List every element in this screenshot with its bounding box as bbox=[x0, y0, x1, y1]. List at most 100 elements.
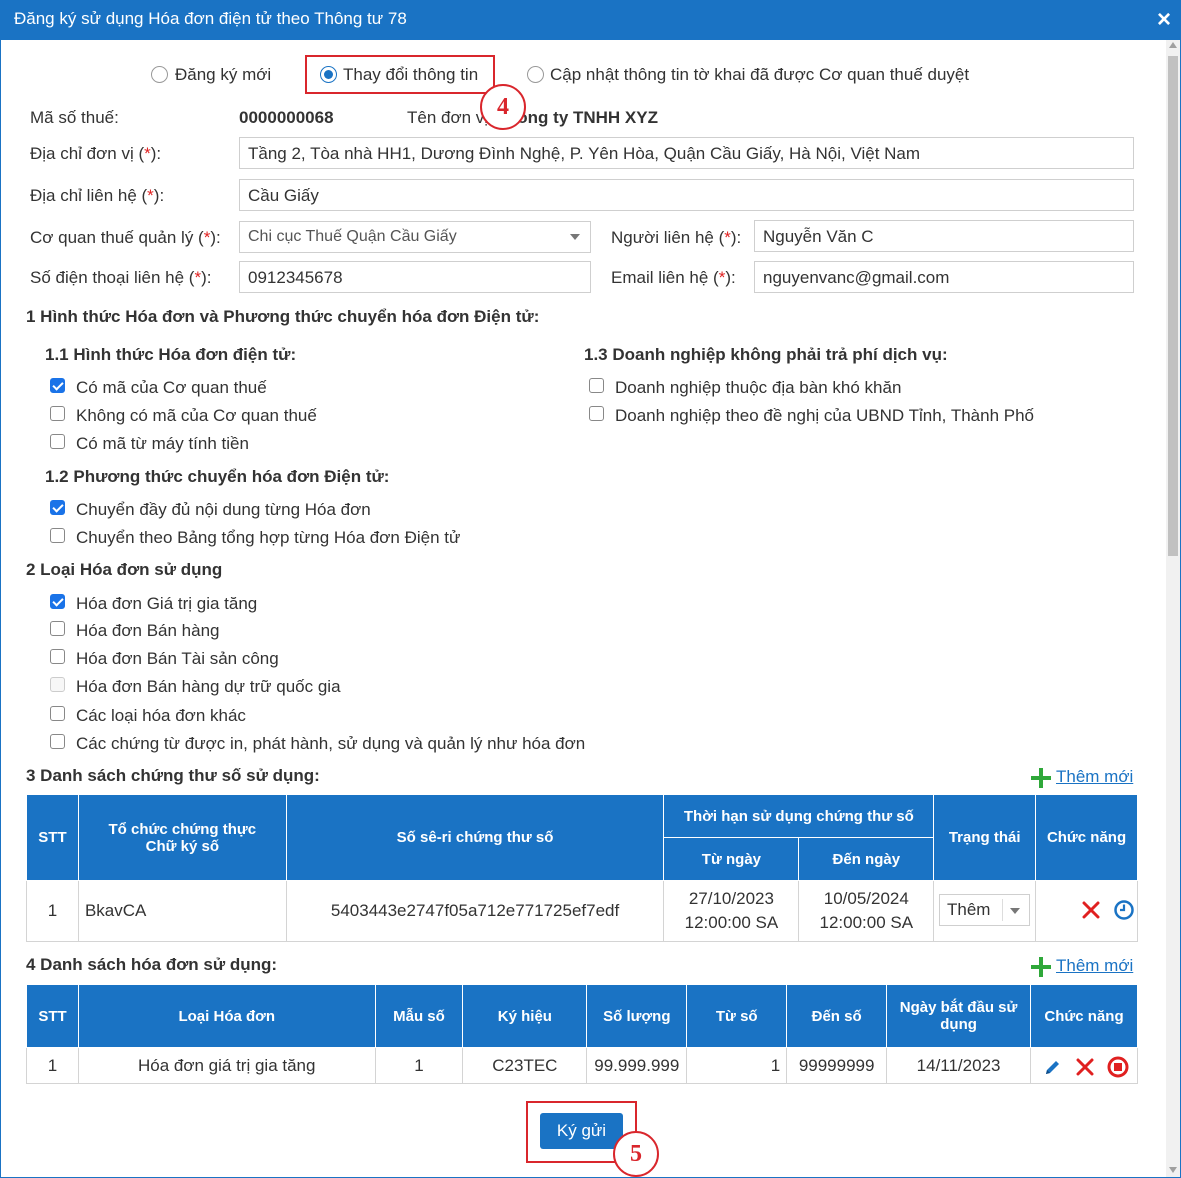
checkbox-no-tax-code-invoice[interactable] bbox=[50, 406, 65, 421]
col-to: Đến ngày bbox=[798, 837, 935, 881]
status-select[interactable]: Thêm bbox=[939, 894, 1030, 926]
section-3-title: 3 Danh sách chứng thư số sử dụng: bbox=[26, 766, 320, 785]
checkbox-vat-invoice[interactable] bbox=[50, 594, 65, 609]
col-stt: STT bbox=[26, 794, 79, 881]
checkbox-other-invoice-label: Các loại hóa đơn khác bbox=[76, 706, 246, 725]
sign-submit-button[interactable]: Ký gửi bbox=[540, 1113, 623, 1149]
tax-office-select[interactable]: Chi cục Thuế Quận Cầu Giấy bbox=[239, 221, 591, 253]
section-1-3-title: 1.3 Doanh nghiệp không phải trả phí dịch… bbox=[584, 345, 948, 364]
radio-register-new[interactable] bbox=[151, 66, 168, 83]
chevron-down-icon[interactable] bbox=[570, 234, 580, 240]
checkbox-ubnd-proposal-label: Doanh nghiệp theo đề nghị của UBND Tỉnh,… bbox=[615, 406, 1034, 425]
section-1-1-title: 1.1 Hình thức Hóa đơn điện tử: bbox=[45, 345, 297, 364]
contact-person-input[interactable]: Nguyễn Văn C bbox=[754, 220, 1134, 252]
checkbox-vouchers[interactable] bbox=[50, 734, 65, 749]
checkbox-sales-invoice[interactable] bbox=[50, 621, 65, 636]
delete-icon[interactable] bbox=[1076, 1058, 1094, 1076]
cell-to-date: 10/05/2024 bbox=[823, 889, 909, 908]
add-icon[interactable] bbox=[1031, 768, 1051, 788]
cell-form: 1 bbox=[374, 1047, 464, 1084]
checkbox-tax-code-invoice-label: Có mã của Cơ quan thuế bbox=[76, 378, 267, 397]
col-status: Trạng thái bbox=[933, 794, 1037, 881]
col-to-no: Đến số bbox=[786, 984, 888, 1048]
edit-icon[interactable] bbox=[1043, 1057, 1063, 1077]
checkbox-public-asset-invoice-label: Hóa đơn Bán Tài sản công bbox=[76, 649, 279, 668]
unit-address-label: Địa chỉ đơn vị (*): bbox=[30, 144, 162, 163]
stop-icon[interactable] bbox=[1107, 1056, 1129, 1078]
checkbox-national-reserve-invoice-label: Hóa đơn Bán hàng dự trữ quốc gia bbox=[76, 677, 341, 696]
col-validity: Thời hạn sử dụng chứng thư số bbox=[663, 794, 935, 838]
status-selected: Thêm bbox=[947, 900, 991, 919]
tax-office-selected: Chi cục Thuế Quận Cầu Giấy bbox=[248, 228, 457, 245]
checkbox-other-invoice[interactable] bbox=[50, 706, 65, 721]
scrollbar-thumb[interactable] bbox=[1168, 56, 1178, 556]
cell-from-time: 12:00:00 SA bbox=[684, 913, 779, 932]
cell-to: 10/05/2024 12:00:00 SA bbox=[798, 880, 935, 942]
add-icon[interactable] bbox=[1031, 957, 1051, 977]
cell-start-date: 14/11/2023 bbox=[886, 1047, 1032, 1084]
checkbox-public-asset-invoice[interactable] bbox=[50, 649, 65, 664]
section-1-title: 1 Hình thức Hóa đơn và Phương thức chuyể… bbox=[26, 307, 540, 326]
add-certificate-link[interactable]: Thêm mới bbox=[1056, 767, 1133, 787]
highlight-box-change-info bbox=[305, 55, 495, 94]
cell-qty: 99.999.999 bbox=[586, 1047, 688, 1084]
col-from: Từ ngày bbox=[663, 837, 800, 881]
cell-from: 27/10/2023 12:00:00 SA bbox=[663, 880, 800, 942]
cell-symbol: C23TEC bbox=[462, 1047, 588, 1084]
scroll-up-icon[interactable] bbox=[1169, 42, 1177, 48]
checkbox-tax-code-invoice[interactable] bbox=[50, 378, 65, 393]
cell-type: Hóa đơn giá trị gia tăng bbox=[77, 1047, 376, 1084]
checkbox-summary-table-label: Chuyển theo Bảng tổng hợp từng Hóa đơn Đ… bbox=[76, 528, 461, 547]
col-stt: STT bbox=[26, 984, 79, 1048]
checkbox-sales-invoice-label: Hóa đơn Bán hàng bbox=[76, 621, 220, 640]
col-from-no: Từ số bbox=[686, 984, 788, 1048]
cell-from-no: 1 bbox=[686, 1047, 788, 1084]
checkbox-summary-table[interactable] bbox=[50, 528, 65, 543]
checkbox-difficult-area-label: Doanh nghiệp thuộc địa bàn khó khăn bbox=[615, 378, 902, 397]
phone-input[interactable]: 0912345678 bbox=[239, 261, 591, 293]
contact-person-label: Người liên hệ (*): bbox=[611, 228, 742, 247]
checkbox-vouchers-label: Các chứng từ được in, phát hành, sử dụng… bbox=[76, 734, 586, 753]
checkbox-full-content[interactable] bbox=[50, 500, 65, 515]
chevron-down-icon[interactable] bbox=[1010, 908, 1020, 914]
col-actions: Chức năng bbox=[1030, 984, 1138, 1048]
add-invoice-link[interactable]: Thêm mới bbox=[1056, 956, 1133, 976]
cell-org: BkavCA bbox=[77, 880, 287, 942]
tax-office-label: Cơ quan thuế quản lý (*): bbox=[30, 228, 221, 247]
step-4-callout: 4 bbox=[480, 84, 526, 130]
section-2-title: 2 Loại Hóa đơn sử dụng bbox=[26, 560, 223, 579]
checkbox-cash-register-invoice[interactable] bbox=[50, 434, 65, 449]
col-qty: Số lượng bbox=[586, 984, 688, 1048]
step-5-callout: 5 bbox=[613, 1131, 659, 1177]
section-1-2-title: 1.2 Phương thức chuyển hóa đơn Điện tử: bbox=[45, 467, 390, 486]
col-start-date: Ngày bắt đầu sử dụng bbox=[886, 984, 1032, 1048]
radio-register-new-label: Đăng ký mới bbox=[175, 65, 272, 84]
scroll-down-icon[interactable] bbox=[1169, 1167, 1177, 1173]
cell-to-time: 12:00:00 SA bbox=[819, 913, 914, 932]
unit-address-input[interactable]: Tầng 2, Tòa nhà HH1, Dương Đình Nghệ, P.… bbox=[239, 137, 1134, 169]
section-4-title: 4 Danh sách hóa đơn sử dụng: bbox=[26, 955, 278, 974]
col-serial: Số sê-ri chứng thư số bbox=[285, 794, 665, 881]
dialog-titlebar: Đăng ký sử dụng Hóa đơn điện tử theo Thô… bbox=[0, 0, 1181, 40]
close-icon[interactable]: × bbox=[1157, 6, 1171, 34]
checkbox-difficult-area[interactable] bbox=[589, 378, 604, 393]
col-actions: Chức năng bbox=[1035, 794, 1138, 881]
checkbox-ubnd-proposal[interactable] bbox=[589, 406, 604, 421]
col-symbol: Ký hiệu bbox=[462, 984, 588, 1048]
cell-from-date: 27/10/2023 bbox=[688, 889, 774, 908]
checkbox-no-tax-code-invoice-label: Không có mã của Cơ quan thuế bbox=[76, 406, 317, 425]
email-input[interactable]: nguyenvanc@gmail.com bbox=[754, 261, 1134, 293]
checkbox-vat-invoice-label: Hóa đơn Giá trị gia tăng bbox=[76, 594, 258, 613]
col-org: Tổ chức chứng thực Chữ ký số bbox=[77, 794, 287, 881]
clock-icon[interactable] bbox=[1113, 899, 1135, 921]
radio-update-approved-label: Cập nhật thông tin tờ khai đã được Cơ qu… bbox=[550, 65, 970, 84]
select-divider bbox=[1002, 899, 1003, 921]
contact-address-label: Địa chỉ liên hệ (*): bbox=[30, 186, 165, 205]
delete-icon[interactable] bbox=[1082, 901, 1100, 919]
radio-update-approved[interactable] bbox=[527, 66, 544, 83]
contact-address-input[interactable]: Cầu Giấy bbox=[239, 179, 1134, 211]
tax-code-value: 0000000068 bbox=[239, 108, 334, 127]
cell-serial: 5403443e2747f05a712e771725ef7edf bbox=[285, 880, 665, 942]
checkbox-national-reserve-invoice bbox=[50, 677, 65, 692]
vertical-scrollbar[interactable] bbox=[1166, 40, 1180, 1177]
